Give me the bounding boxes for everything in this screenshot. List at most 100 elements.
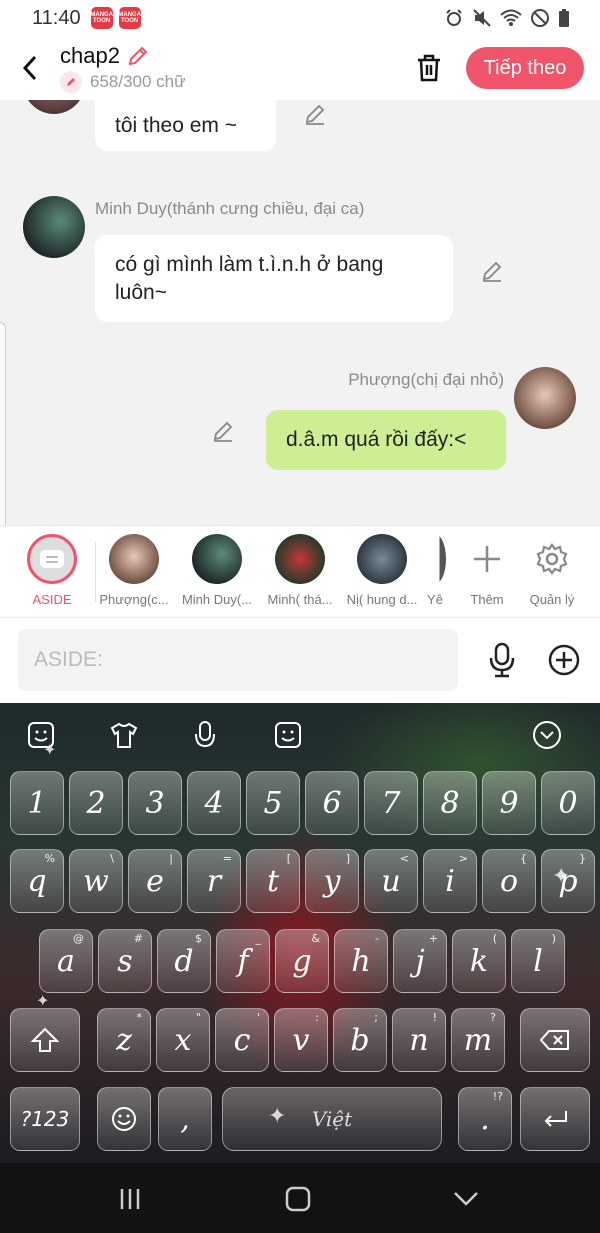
key-2[interactable]: 2 — [69, 771, 123, 835]
role-character[interactable]: Yê — [424, 534, 446, 607]
key-v[interactable]: :v — [274, 1008, 328, 1072]
home-button[interactable] — [278, 1185, 318, 1213]
key-i[interactable]: > i — [423, 849, 477, 913]
collapse-keyboard-button[interactable] — [531, 719, 563, 751]
key-q[interactable]: % q — [10, 849, 64, 913]
next-button[interactable]: Tiếp theo — [466, 47, 584, 89]
key-r[interactable]: = r — [187, 849, 241, 913]
key-label: z — [116, 1022, 132, 1058]
key-t[interactable]: [t — [246, 849, 300, 913]
role-character[interactable]: Phượng(c... — [93, 534, 175, 607]
key-label: o — [499, 863, 519, 899]
key-d[interactable]: $ d — [157, 929, 211, 993]
key-u[interactable]: < u — [364, 849, 418, 913]
role-aside[interactable]: ASIDE — [11, 534, 93, 607]
key-6[interactable]: 6 — [305, 771, 359, 835]
space-key[interactable]: Việt — [222, 1087, 442, 1151]
manage-roles-button[interactable]: Quản lý — [511, 534, 593, 607]
key-m[interactable]: ? m — [451, 1008, 505, 1072]
sparkle-decoration: ✦ — [552, 863, 571, 888]
key-x[interactable]: " x — [156, 1008, 210, 1072]
keyboard: 1 2 3 4 5 6 7 8 9 0% q \ w | e = r[t] y < u > i{o} p @ a # s $ d _ f & g… — [0, 703, 600, 1163]
key-e[interactable]: | e — [128, 849, 182, 913]
side-drawer-handle[interactable] — [0, 322, 6, 558]
avatar[interactable] — [23, 100, 85, 114]
key-7[interactable]: 7 — [364, 771, 418, 835]
key-hint: $ — [195, 932, 202, 945]
key-s[interactable]: # s — [98, 929, 152, 993]
message-input-bar: ASIDE: — [0, 617, 600, 703]
key-hint: + — [428, 932, 438, 945]
emoji-key[interactable] — [97, 1087, 151, 1151]
avatar[interactable] — [514, 367, 576, 429]
key-k[interactable]: (k — [452, 929, 506, 993]
avatar[interactable] — [23, 196, 85, 258]
edit-message-icon[interactable] — [480, 259, 504, 283]
chat-area[interactable]: tôi theo em ~ Minh Duy(thánh cưng chiều,… — [0, 100, 600, 525]
add-attachment-icon[interactable] — [548, 642, 580, 678]
recent-apps-button[interactable] — [110, 1185, 150, 1213]
key-3[interactable]: 3 — [128, 771, 182, 835]
message-bubble[interactable]: tôi theo em ~ — [95, 100, 276, 151]
role-character[interactable]: Minh( thá... — [259, 534, 341, 607]
backspace-key[interactable] — [520, 1008, 590, 1072]
role-character[interactable]: Minh Duy(... — [176, 534, 258, 607]
emoji-button[interactable] — [272, 719, 304, 751]
enter-key[interactable] — [520, 1087, 590, 1151]
key-1[interactable]: 1 — [10, 771, 64, 835]
microphone-icon[interactable] — [486, 642, 518, 678]
key-8[interactable]: 8 — [423, 771, 477, 835]
edit-message-icon[interactable] — [211, 419, 235, 443]
delete-button[interactable] — [412, 50, 446, 86]
key-z[interactable]: * z — [97, 1008, 151, 1072]
period-key[interactable]: !? . — [458, 1087, 512, 1151]
key-w[interactable]: \ w — [69, 849, 123, 913]
symbols-key[interactable]: ?123 — [10, 1087, 80, 1151]
message-bubble[interactable]: có gì mình làm t.ì.n.h ở bang luôn~ — [95, 235, 453, 322]
key-9[interactable]: 9 — [482, 771, 536, 835]
key-g[interactable]: & g — [275, 929, 329, 993]
key-c[interactable]: ' c — [215, 1008, 269, 1072]
edit-message-icon[interactable] — [303, 102, 327, 126]
back-nav-button[interactable] — [446, 1185, 486, 1213]
sender-name: Phượng(chị đại nhỏ) — [348, 370, 504, 389]
message-text-line: luôn~ — [115, 280, 167, 304]
key-label: c — [233, 1022, 251, 1058]
edit-pencil-icon[interactable] — [126, 44, 150, 68]
message-bubble-mine[interactable]: d.â.m quá rồi đấy:< — [266, 410, 506, 470]
key-b[interactable]: ; b — [333, 1008, 387, 1072]
key-hint: !? — [492, 1090, 503, 1103]
key-label: . — [480, 1101, 490, 1137]
theme-button[interactable] — [108, 719, 140, 751]
trash-icon — [418, 54, 440, 82]
key-5[interactable]: 5 — [246, 771, 300, 835]
key-0[interactable]: 0 — [541, 771, 595, 835]
enter-arrow-icon — [544, 1111, 567, 1127]
key-label: t — [266, 863, 280, 899]
voice-input-button[interactable] — [189, 719, 221, 751]
key-label: 4 — [204, 785, 224, 821]
key-j[interactable]: + j — [393, 929, 447, 993]
backspace-icon — [539, 1030, 569, 1050]
message-input[interactable]: ASIDE: — [18, 629, 458, 691]
key-label: r — [206, 863, 222, 899]
key-label: 6 — [322, 785, 342, 821]
role-character[interactable]: Nị( hung d... — [341, 534, 423, 607]
chapter-title-row[interactable]: chap2 — [60, 43, 186, 69]
word-count-icon — [60, 71, 82, 93]
key-a[interactable]: @ a — [39, 929, 93, 993]
comma-key[interactable]: , — [158, 1087, 212, 1151]
key-y[interactable]: ] y — [305, 849, 359, 913]
shirt-icon — [110, 722, 138, 748]
role-label: Minh( thá... — [267, 592, 333, 607]
key-hint: | — [169, 852, 173, 865]
back-button[interactable] — [0, 36, 60, 100]
key-hint: ] — [345, 852, 350, 865]
key-o[interactable]: {o — [482, 849, 536, 913]
shift-key[interactable] — [10, 1008, 80, 1072]
key-f[interactable]: _ f — [216, 929, 270, 993]
key-n[interactable]: ! n — [392, 1008, 446, 1072]
key-h[interactable]: -h — [334, 929, 388, 993]
key-4[interactable]: 4 — [187, 771, 241, 835]
key-l[interactable]: ) l — [511, 929, 565, 993]
